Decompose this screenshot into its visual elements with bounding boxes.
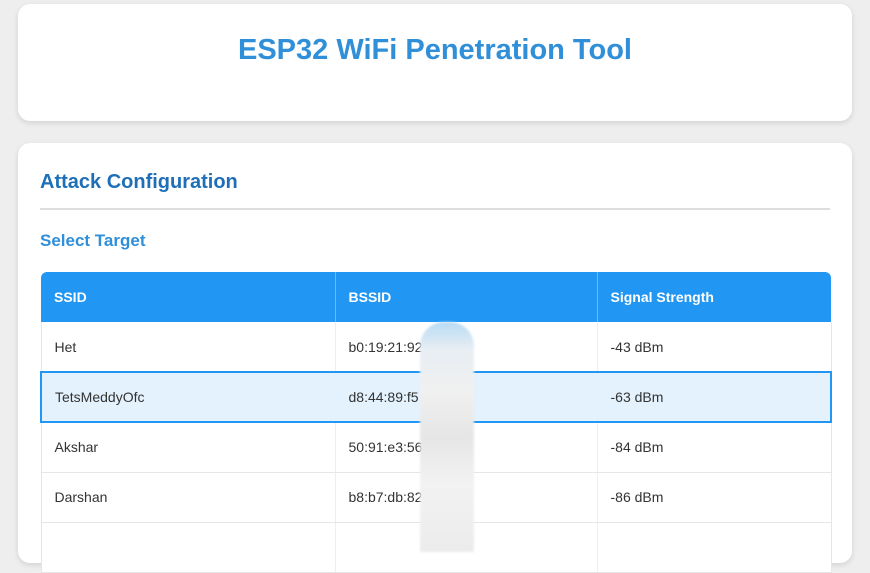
ssid-cell: TetsMeddyOfc <box>40 371 336 423</box>
divider <box>40 208 830 210</box>
app-title: ESP32 WiFi Penetration Tool <box>238 33 632 66</box>
select-target-title: Select Target <box>40 231 146 250</box>
header-card: ESP32 WiFi Penetration Tool <box>18 4 852 121</box>
column-header-bssid: BSSID <box>335 272 598 322</box>
column-header-ssid: SSID <box>41 272 336 322</box>
signal-cell: -86 dBm <box>597 472 832 523</box>
ssid-cell: Darshan <box>40 472 336 523</box>
signal-cell: -43 dBm <box>597 322 832 373</box>
signal-cell <box>597 522 832 573</box>
signal-cell: -63 dBm <box>597 371 832 423</box>
signal-cell: -84 dBm <box>597 422 832 473</box>
ssid-cell <box>40 522 336 573</box>
ssid-cell: Het <box>40 322 336 373</box>
ssid-cell: Akshar <box>40 422 336 473</box>
column-header-signal: Signal Strength <box>610 289 714 305</box>
table-header-row: SSID BSSID Signal Strength <box>41 272 831 322</box>
redaction-blur <box>420 322 474 552</box>
section-title: Attack Configuration <box>40 171 238 193</box>
